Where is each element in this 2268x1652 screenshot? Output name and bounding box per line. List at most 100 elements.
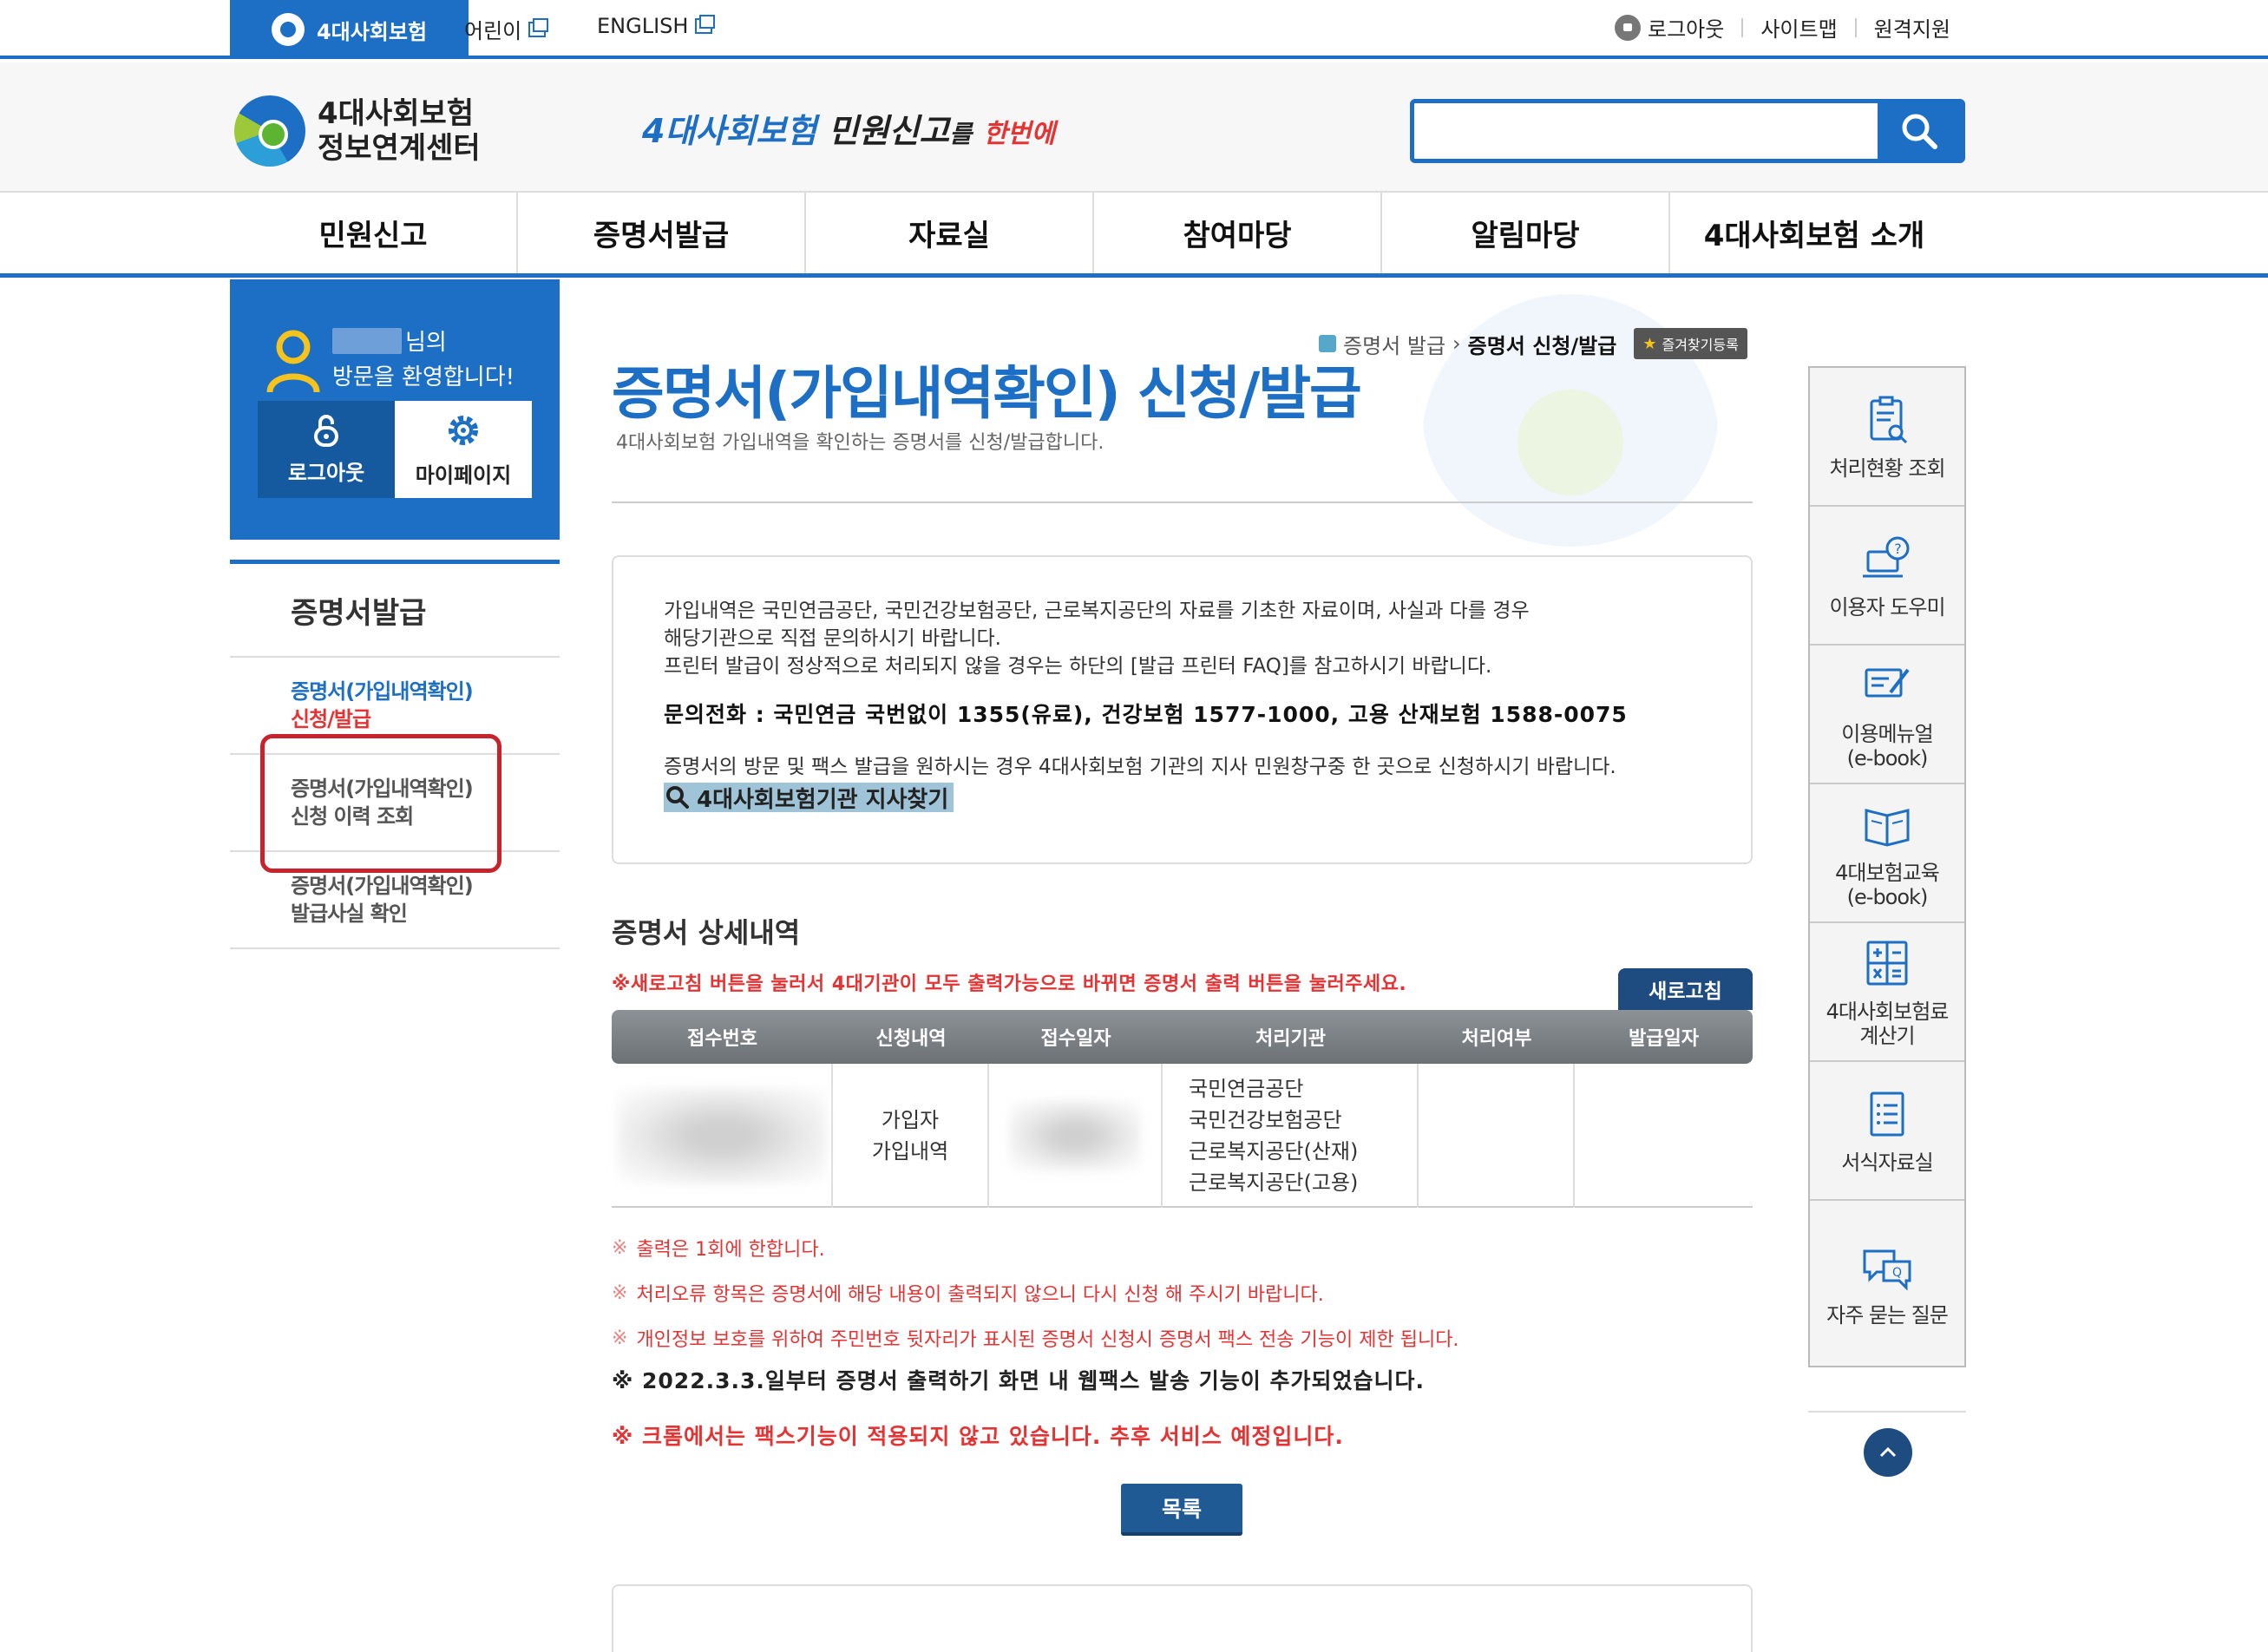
site-header: 4대사회보험 정보연계센터 4대사회보험 민원신고를 한번에 xyxy=(0,62,2268,193)
quick-form-library[interactable]: 서식자료실 xyxy=(1810,1062,1964,1201)
agency-nhis: 국민건강보험공단 xyxy=(1189,1108,1342,1132)
contact-phone: 문의전화 : 국민연금 국번없이 1355(유료), 건강보험 1577-100… xyxy=(664,702,1628,727)
cell-receipt-no xyxy=(612,1064,833,1208)
magnifier-icon xyxy=(666,786,689,809)
blurred-value xyxy=(617,1088,826,1183)
search-button[interactable] xyxy=(1878,103,1961,159)
lock-icon xyxy=(1615,14,1642,41)
list-button[interactable]: 목록 xyxy=(1121,1484,1242,1536)
column-header: 처리기관 xyxy=(1255,1028,1326,1050)
side-nav-item-verify-line1: 증명서(가입내역확인) xyxy=(291,874,474,898)
column-header: 접수번호 xyxy=(687,1028,757,1050)
nav-notice[interactable]: 알림마당 xyxy=(1382,193,1670,273)
faq-box xyxy=(612,1584,1753,1652)
site-logo[interactable]: 4대사회보험 정보연계센터 xyxy=(234,95,481,167)
logout-button[interactable]: 로그아웃 xyxy=(258,401,395,498)
favorite-button[interactable]: ★ 즐겨찾기등록 xyxy=(1634,328,1747,359)
kids-link[interactable]: 어린이 xyxy=(464,14,549,44)
table-row: 가입자 가입내역 국민연금공단 국민건강보험공단 근로복지공단(산재) 근로복지… xyxy=(612,1064,1753,1208)
star-icon: ★ xyxy=(1642,334,1657,353)
nav-civil-report[interactable]: 민원신고 xyxy=(230,193,518,273)
nav-certificate[interactable]: 증명서발급 xyxy=(518,193,806,273)
cell-issue-date xyxy=(1575,1064,1753,1208)
quick-faq[interactable]: Q 자주 묻는 질문 xyxy=(1810,1201,1964,1366)
agency-comwel-sanjae: 근로복지공단(산재) xyxy=(1189,1139,1359,1164)
english-link-label: ENGLISH xyxy=(597,14,689,38)
welcome-box: 님의 방문을 환영합니다! 로그아웃 마이페이지 xyxy=(230,279,560,540)
svg-text:Q: Q xyxy=(1892,1266,1902,1280)
reference-mark-icon: ※ xyxy=(612,1236,628,1259)
quick-user-help[interactable]: ? 이용자 도우미 xyxy=(1810,507,1964,646)
request-line2: 가입내역 xyxy=(871,1139,949,1164)
column-header: 발급일자 xyxy=(1629,1028,1699,1050)
remote-support-link[interactable]: 원격지원 xyxy=(1874,12,1950,43)
background-emblem xyxy=(1423,286,1718,547)
quick-label: 서식자료실 xyxy=(1841,1150,1933,1175)
sitemap-link[interactable]: 사이트맵 xyxy=(1760,12,1837,43)
chevron-right-icon: › xyxy=(1452,331,1461,356)
page-description: 4대사회보험 가입내역을 확인하는 증명서를 신청/발급합니다. xyxy=(616,432,1105,454)
quick-label: (e-book) xyxy=(1846,746,1929,770)
slogan-blue: 4대사회보험 xyxy=(642,112,817,150)
logout-button-label: 로그아웃 xyxy=(287,460,365,485)
english-link[interactable]: ENGLISH xyxy=(597,14,716,38)
calculator-icon xyxy=(1866,941,1908,986)
svg-text:?: ? xyxy=(1894,541,1901,557)
side-nav-title: 증명서발급 xyxy=(230,564,560,658)
quick-menu: 처리현황 조회 ? 이용자 도우미 이용메뉴얼 (e-book) 4대보험교육 … xyxy=(1808,366,1966,1367)
warning-item: ※ 출력은 1회에 한합니다. xyxy=(612,1225,1458,1270)
breadcrumb-current: 증명서 신청/발급 xyxy=(1467,333,1617,358)
side-nav-item-apply-line2: 신청/발급 xyxy=(291,707,371,731)
new-window-icon xyxy=(695,15,716,34)
quick-insurance-education[interactable]: 4대보험교육 (e-book) xyxy=(1810,784,1964,923)
notice-line1: 가입내역은 국민연금공단, 국민건강보험공단, 근로복지공단의 자료를 기초한 … xyxy=(664,600,1530,622)
refresh-note: ※새로고침 버튼을 눌러서 4대기관이 모두 출력가능으로 바뀌면 증명서 출력… xyxy=(612,974,1407,995)
reference-mark-icon: ※ xyxy=(612,1282,628,1304)
nav-participation[interactable]: 참여마당 xyxy=(1094,193,1382,273)
chat-bubble-icon: Q xyxy=(1863,1249,1911,1291)
unlock-icon xyxy=(314,414,338,447)
gear-icon xyxy=(449,415,478,445)
open-book-icon xyxy=(1865,809,1910,847)
section-title: 증명서 상세내역 xyxy=(612,916,801,949)
slogan: 4대사회보험 민원신고를 한번에 xyxy=(642,104,1055,152)
request-line1: 가입자 xyxy=(881,1108,940,1132)
cell-receipt-date xyxy=(989,1064,1163,1208)
quick-label: 이용자 도우미 xyxy=(1829,595,1945,620)
search-icon xyxy=(1902,114,1937,149)
mypage-button[interactable]: 마이페이지 xyxy=(395,401,532,498)
cell-agencies: 국민연금공단 국민건강보험공단 근로복지공단(산재) 근로복지공단(고용) xyxy=(1163,1064,1419,1208)
refresh-button[interactable]: 새로고침 xyxy=(1618,968,1753,1010)
warning-text: 출력은 1회에 한합니다. xyxy=(636,1239,825,1261)
warnings: ※ 출력은 1회에 한합니다. ※ 처리오류 항목은 증명서에 해당 내용이 출력되… xyxy=(612,1225,1458,1360)
edit-document-icon xyxy=(1865,668,1910,698)
cell-status xyxy=(1419,1064,1575,1208)
nav-library[interactable]: 자료실 xyxy=(806,193,1094,273)
welcome-nim: 님의 xyxy=(405,330,447,356)
quick-user-manual[interactable]: 이용메뉴얼 (e-book) xyxy=(1810,646,1964,784)
home-tab-4insure[interactable]: 4대사회보험 xyxy=(230,0,469,59)
cell-request: 가입자 가입내역 xyxy=(833,1064,989,1208)
logout-link[interactable]: 로그아웃 xyxy=(1648,12,1724,43)
mypage-button-label: 마이페이지 xyxy=(415,462,512,488)
notice-line2: 해당기관으로 직접 문의하시기 바랍니다. xyxy=(664,627,1001,650)
notice-box: 가입내역은 국민연금공단, 국민건강보험공단, 근로복지공단의 자료를 기초한 … xyxy=(612,555,1753,864)
emblem-icon xyxy=(234,95,305,167)
nav-about[interactable]: 4대사회보험 소개 xyxy=(1670,193,1958,273)
reference-mark-icon: ※ xyxy=(612,1327,628,1349)
agency-nps: 국민연금공단 xyxy=(1189,1077,1304,1101)
welcome-greeting: 방문을 환영합니다! xyxy=(332,364,515,390)
new-window-icon xyxy=(528,17,549,37)
search-box xyxy=(1410,99,1965,163)
slogan-red: 한번에 xyxy=(983,119,1056,149)
laptop-help-icon: ? xyxy=(1863,536,1910,578)
fax-notice: ※ 2022.3.3.일부터 증명서 출력하기 화면 내 웹팩스 발송 기능이 … xyxy=(612,1368,1425,1393)
breadcrumb: 증명서 발급 › 증명서 신청/발급 ★ 즐겨찾기등록 xyxy=(1319,328,1747,359)
clipboard-search-icon xyxy=(1870,396,1908,444)
logo-icon xyxy=(271,13,305,46)
branch-finder-link[interactable]: 4대사회보험기관 지사찾기 xyxy=(664,783,954,813)
scroll-top-button[interactable] xyxy=(1864,1428,1912,1477)
quick-status-inquiry[interactable]: 처리현황 조회 xyxy=(1810,368,1964,507)
quick-premium-calculator[interactable]: 4대사회보험료 계산기 xyxy=(1810,923,1964,1062)
search-input[interactable] xyxy=(1414,103,1883,159)
